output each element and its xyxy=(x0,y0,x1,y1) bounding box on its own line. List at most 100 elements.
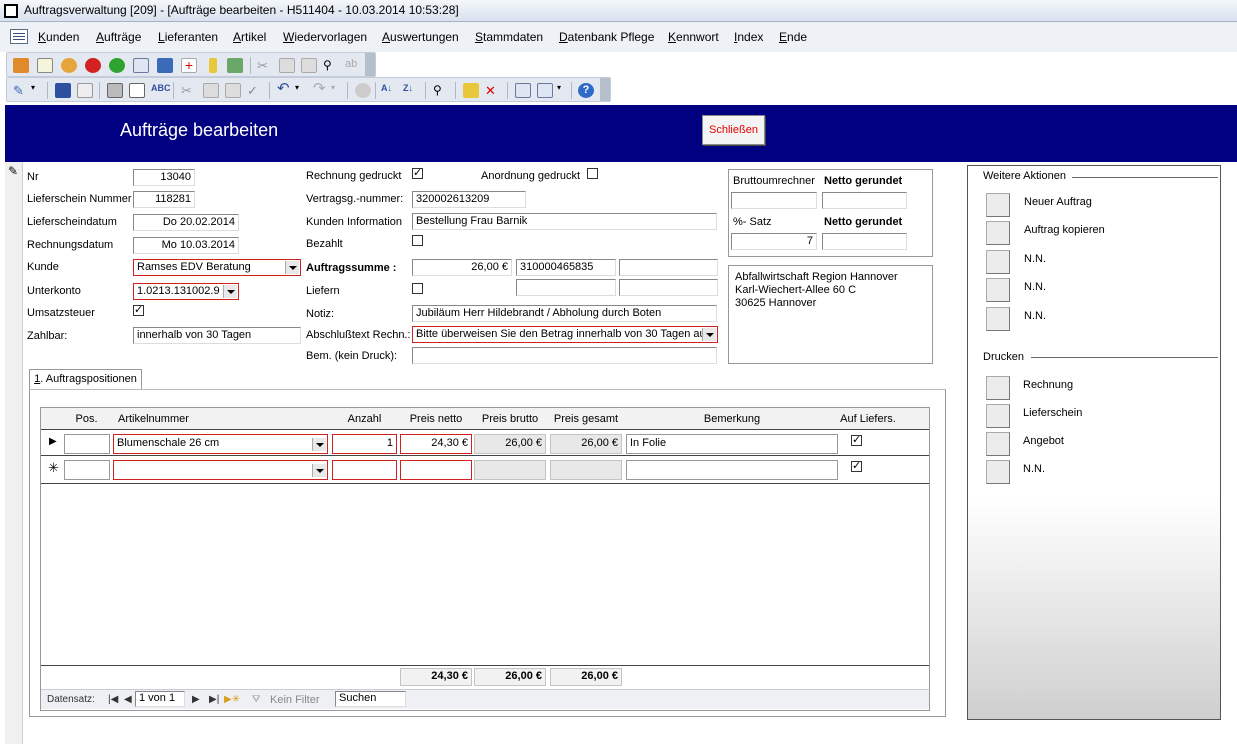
hyperlink-icon[interactable] xyxy=(355,83,371,98)
undo-dropdown-icon[interactable]: ▾ xyxy=(295,83,305,98)
exit-icon[interactable] xyxy=(227,58,243,73)
new-pos-cell[interactable] xyxy=(64,460,110,480)
abschlusstext-combobox[interactable]: Bitte überweisen Sie den Betrag innerhal… xyxy=(412,326,718,343)
nr-field[interactable]: 13040 xyxy=(133,169,195,186)
bemerkung-cell[interactable]: In Folie xyxy=(626,434,838,454)
auftrag-kopieren-button[interactable] xyxy=(986,221,1010,245)
filter-icon[interactable]: ⛛ xyxy=(252,694,260,705)
print-lieferschein-button[interactable] xyxy=(986,404,1010,428)
pos-cell[interactable] xyxy=(64,434,110,454)
view-dropdown-icon[interactable]: ▾ xyxy=(31,83,41,98)
redo-icon[interactable]: ↷ xyxy=(313,81,329,98)
tab-auftragspositionen[interactable]: 1. Auftragspositionen xyxy=(29,369,142,390)
zahlbar-field[interactable]: innerhalb von 30 Tagen xyxy=(133,327,301,344)
liefern-checkbox[interactable] xyxy=(412,283,423,294)
print-rechnung-button[interactable] xyxy=(986,376,1010,400)
column-header-pos[interactable]: Pos. xyxy=(64,413,109,425)
column-header-preis-brutto[interactable]: Preis brutto xyxy=(474,413,546,425)
menu-ende[interactable]: Ende xyxy=(779,30,807,44)
column-header-preis-gesamt[interactable]: Preis gesamt xyxy=(550,413,622,425)
menu-auswertungen[interactable]: Auswertungen xyxy=(382,30,459,44)
sort-descending-icon[interactable]: Z↓ xyxy=(403,83,419,98)
rechnung-gedruckt-checkbox[interactable]: ✓ xyxy=(412,168,423,179)
last-record-icon[interactable]: ▶| xyxy=(209,694,219,705)
satz-input[interactable]: 7 xyxy=(731,233,817,250)
new-auf-liefers-checkbox[interactable]: ✓ xyxy=(851,461,862,472)
new-bemerkung-cell[interactable] xyxy=(626,460,838,480)
menu-datenbank-pflege[interactable]: Datenbank Pflege xyxy=(559,30,654,44)
column-header-bemerkung[interactable]: Bemerkung xyxy=(626,413,838,425)
list-icon[interactable] xyxy=(133,58,149,73)
spelling-icon[interactable]: ABC xyxy=(151,83,171,98)
user-icon[interactable] xyxy=(61,58,77,73)
new-preis-netto-cell[interactable] xyxy=(400,460,472,480)
artikel-dropdown-icon[interactable] xyxy=(312,438,326,451)
liefern-extra-field-1[interactable] xyxy=(516,279,616,296)
notiz-field[interactable]: Jubiläum Herr Hildebrandt / Abholung dur… xyxy=(412,305,717,322)
menu-wiedervorlagen[interactable]: Wiedervorlagen xyxy=(283,30,367,44)
menu-artikel[interactable]: Artikel xyxy=(233,30,266,44)
undo-icon[interactable]: ↶ xyxy=(277,81,293,98)
kein-filter-label[interactable]: Kein Filter xyxy=(270,694,320,706)
delete-record-icon[interactable]: ✕ xyxy=(485,83,501,98)
anzahl-cell[interactable]: 1 xyxy=(332,434,397,454)
rechnungsdatum-field[interactable]: Mo 10.03.2014 xyxy=(133,237,239,254)
lieferscheindatum-field[interactable]: Do 20.02.2014 xyxy=(133,214,239,231)
new-artikel-dropdown-icon[interactable] xyxy=(312,464,326,477)
cut-icon[interactable]: ✂ xyxy=(257,58,273,73)
cut-icon-2[interactable]: ✂ xyxy=(181,83,197,98)
new-record-icon[interactable] xyxy=(463,83,479,98)
key-icon[interactable] xyxy=(209,58,217,73)
replace-icon[interactable]: ab xyxy=(345,58,361,73)
print-angebot-button[interactable] xyxy=(986,432,1010,456)
first-record-icon[interactable]: |◀ xyxy=(108,694,118,705)
file-search-icon[interactable] xyxy=(77,83,93,98)
abschlusstext-dropdown-icon[interactable] xyxy=(702,328,716,341)
customer-icon[interactable] xyxy=(13,58,29,73)
netto-gerundet-output-2[interactable] xyxy=(822,233,907,250)
action-nn-button-2[interactable] xyxy=(986,278,1010,302)
green-gear-icon[interactable] xyxy=(109,58,125,73)
new-object-dropdown-icon[interactable]: ▾ xyxy=(557,83,567,98)
add-icon[interactable]: + xyxy=(181,58,197,73)
next-record-icon[interactable]: ▶ xyxy=(192,694,200,705)
auftragssumme-extra-field-1[interactable] xyxy=(619,259,718,276)
liefern-extra-field-2[interactable] xyxy=(619,279,718,296)
search-input[interactable]: Suchen xyxy=(335,691,406,707)
book-icon[interactable] xyxy=(157,58,173,73)
print-preview-icon[interactable] xyxy=(129,83,145,98)
lieferschein-nummer-field[interactable]: 118281 xyxy=(133,191,195,208)
redo-dropdown-icon[interactable]: ▾ xyxy=(331,83,341,98)
unterkonto-dropdown-icon[interactable] xyxy=(223,285,237,298)
sort-ascending-icon[interactable]: A↓ xyxy=(381,83,397,98)
form-menu-icon[interactable] xyxy=(10,29,28,44)
record-position-field[interactable]: 1 von 1 xyxy=(135,691,185,707)
neuer-auftrag-button[interactable] xyxy=(986,193,1010,217)
anordnung-gedruckt-checkbox[interactable] xyxy=(587,168,598,179)
new-object-icon[interactable] xyxy=(537,83,553,98)
database-window-icon[interactable] xyxy=(515,83,531,98)
print-icon[interactable] xyxy=(107,83,123,98)
kunden-information-field[interactable]: Bestellung Frau Barnik xyxy=(412,213,717,230)
menu-kennwort[interactable]: Kennwort xyxy=(668,30,719,44)
bezahlt-checkbox[interactable] xyxy=(412,235,423,246)
column-header-preis-netto[interactable]: Preis netto xyxy=(400,413,472,425)
new-artikel-cell[interactable] xyxy=(113,460,328,480)
paste-icon-2[interactable] xyxy=(225,83,241,98)
bemerkung-field[interactable] xyxy=(412,347,717,364)
action-nn-button-1[interactable] xyxy=(986,250,1010,274)
auftragssumme-reference-field[interactable]: 310000465835 xyxy=(516,259,616,276)
artikel-cell[interactable]: Blumenschale 26 cm xyxy=(113,434,328,454)
column-header-artikelnummer[interactable]: Artikelnummer xyxy=(118,413,189,425)
column-header-anzahl[interactable]: Anzahl xyxy=(332,413,397,425)
print-nn-button[interactable] xyxy=(986,460,1010,484)
column-header-auf-liefers[interactable]: Auf Liefers. xyxy=(836,413,900,425)
document-icon[interactable] xyxy=(37,58,53,73)
format-painter-icon[interactable]: ✓ xyxy=(247,83,263,98)
vertragsnummer-field[interactable]: 320002613209 xyxy=(412,191,526,208)
new-anzahl-cell[interactable] xyxy=(332,460,397,480)
copy-icon-2[interactable] xyxy=(203,83,219,98)
action-nn-button-3[interactable] xyxy=(986,307,1010,331)
unterkonto-combobox[interactable]: 1.0213.131002.9 xyxy=(133,283,239,300)
address-box[interactable]: Abfallwirtschaft Region Hannover Karl-Wi… xyxy=(728,265,933,364)
